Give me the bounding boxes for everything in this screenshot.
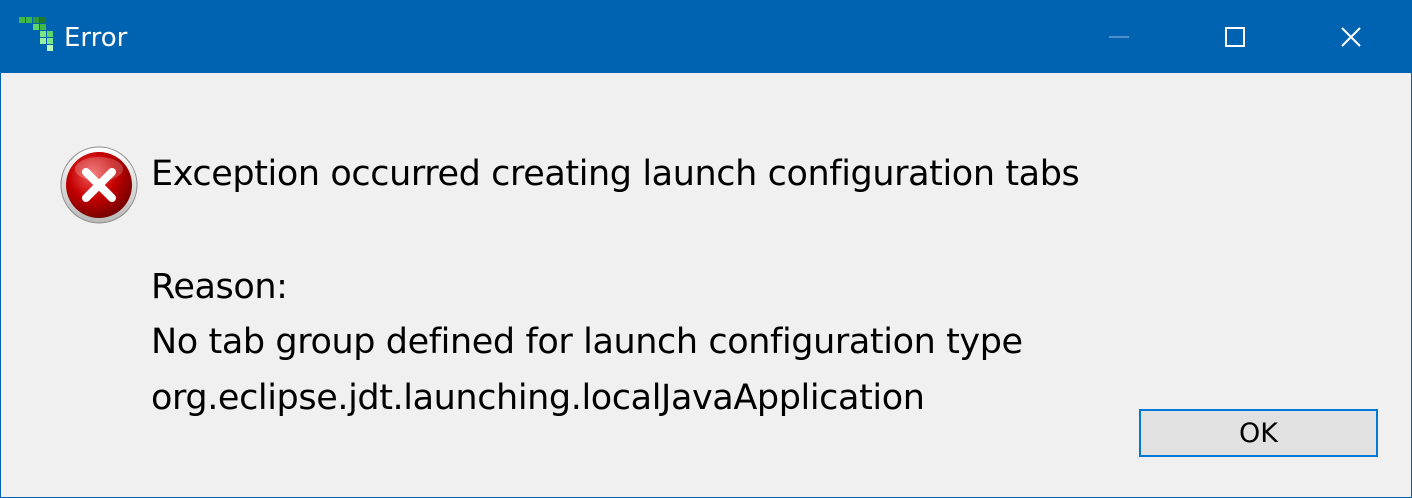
eclipse-installer-icon <box>19 17 53 51</box>
close-button[interactable] <box>1293 1 1409 73</box>
error-icon <box>60 146 138 224</box>
maximize-button[interactable] <box>1177 1 1293 73</box>
ok-button[interactable]: OK <box>1139 409 1378 457</box>
close-icon <box>1341 27 1361 47</box>
window-title: Error <box>64 23 128 53</box>
minimize-icon <box>1109 36 1129 38</box>
reason-label: Reason: <box>151 267 288 307</box>
reason-type: org.eclipse.jdt.launching.localJavaAppli… <box>151 378 925 418</box>
title-bar[interactable]: Error <box>1 1 1411 73</box>
error-message: Exception occurred creating launch confi… <box>151 154 1080 194</box>
minimize-button[interactable] <box>1061 1 1177 73</box>
ok-button-label: OK <box>1239 417 1278 449</box>
reason-detail: No tab group defined for launch configur… <box>151 322 1023 362</box>
maximize-icon <box>1225 27 1245 47</box>
dialog-content: Exception occurred creating launch confi… <box>1 73 1411 497</box>
error-dialog-window: Error Exception occurred creating launch… <box>0 0 1412 498</box>
